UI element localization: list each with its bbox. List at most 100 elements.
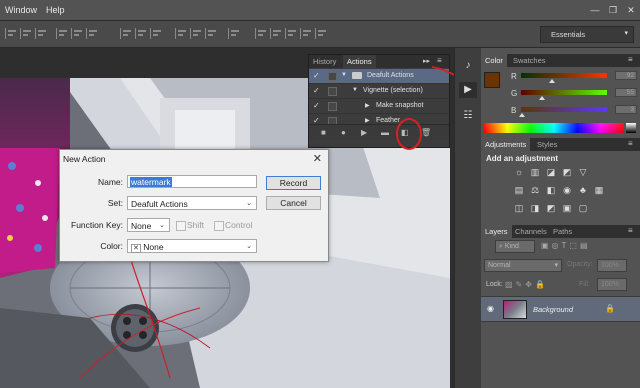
green-channel-slider[interactable]: G 55 — [511, 88, 639, 100]
minimize-icon[interactable]: — — [586, 0, 604, 20]
dialog-toggle-box[interactable] — [328, 87, 337, 96]
align-top-edges-icon[interactable] — [56, 28, 69, 39]
cancel-button[interactable]: Cancel — [266, 196, 321, 210]
tab-layers[interactable]: Layers — [481, 225, 512, 238]
dialog-toggle-box[interactable] — [328, 72, 337, 81]
blue-slider-thumb[interactable] — [519, 113, 525, 117]
align-vertical-centers-icon[interactable] — [71, 28, 84, 39]
align-right-edges-icon[interactable] — [35, 28, 48, 39]
expand-triangle-icon[interactable]: ▶ — [365, 117, 370, 124]
set-select[interactable]: Deafult Actions ⌄ — [127, 196, 257, 210]
3d-mode-pan-icon[interactable] — [285, 28, 298, 39]
expand-triangle-icon[interactable]: ▼ — [341, 72, 347, 78]
action-step-row[interactable]: ✓ ▶ Make snapshot — [309, 99, 449, 114]
distribute-hcenter-icon[interactable] — [190, 28, 203, 39]
actions-icon[interactable]: ▶ — [459, 82, 477, 98]
color-lookup-icon[interactable]: ▦ — [593, 184, 605, 196]
play-icon[interactable]: ▶ — [361, 128, 367, 137]
shift-checkbox[interactable] — [176, 221, 186, 231]
blue-channel-slider[interactable]: B 3 — [511, 105, 639, 117]
toggle-check-icon[interactable]: ✓ — [313, 86, 320, 95]
action-name-field[interactable]: watermark — [127, 175, 257, 188]
curves-icon[interactable]: ◪ — [545, 166, 557, 178]
tab-styles[interactable]: Styles — [533, 138, 561, 151]
distribute-right-icon[interactable] — [205, 28, 218, 39]
green-slider-thumb[interactable] — [539, 96, 545, 100]
tab-swatches[interactable]: Swatches — [509, 54, 550, 67]
record-button[interactable]: Record — [266, 176, 321, 190]
green-value-field[interactable]: 55 — [615, 88, 637, 97]
distribute-top-icon[interactable] — [120, 28, 133, 39]
tab-paths[interactable]: Paths — [549, 225, 576, 238]
delete-icon[interactable]: 🗑 — [421, 128, 431, 137]
threshold-icon[interactable]: ◩ — [545, 202, 557, 214]
posterize-icon[interactable]: ◨ — [529, 202, 541, 214]
restore-icon[interactable]: ❐ — [604, 0, 622, 20]
3d-mode-orbit-icon[interactable] — [255, 28, 268, 39]
3d-mode-scale-icon[interactable] — [315, 28, 328, 39]
eye-icon[interactable]: ◉ — [487, 304, 494, 313]
expand-triangle-icon[interactable]: ▶ — [365, 102, 370, 109]
3d-mode-slide-icon[interactable] — [300, 28, 313, 39]
selective-color-icon[interactable]: ▣ — [561, 202, 573, 214]
layer-filter-kind[interactable]: ⌕ Kind — [495, 240, 535, 253]
panel-menu-icon[interactable]: ≡ — [628, 140, 637, 148]
distribute-center-icon[interactable] — [135, 28, 148, 39]
opacity-field[interactable]: 100% — [597, 259, 627, 272]
hue-saturation-icon[interactable]: ▤ — [513, 184, 525, 196]
layer-row-background[interactable]: ◉ Background 🔒 — [481, 296, 640, 322]
history-icon[interactable]: ♪ — [459, 58, 477, 74]
tab-color[interactable]: Color — [481, 54, 507, 67]
align-horizontal-centers-icon[interactable] — [20, 28, 33, 39]
tab-actions[interactable]: Actions — [343, 55, 376, 68]
align-bottom-edges-icon[interactable] — [86, 28, 99, 39]
blue-slider-track[interactable] — [521, 107, 607, 112]
tab-adjustments[interactable]: Adjustments — [481, 138, 531, 151]
auto-align-layers-icon[interactable] — [228, 28, 241, 39]
red-slider-thumb[interactable] — [549, 79, 555, 83]
panel-menu-icon[interactable]: ≡ — [628, 227, 637, 235]
black-white-ramp[interactable] — [626, 123, 636, 133]
function-key-select[interactable]: None ⌄ — [127, 218, 170, 232]
red-value-field[interactable]: 92 — [615, 71, 637, 80]
dialog-toggle-box[interactable] — [328, 102, 337, 111]
record-icon[interactable]: ● — [341, 128, 346, 137]
black-white-icon[interactable]: ◧ — [545, 184, 557, 196]
layer-filter-icons[interactable]: ▣◎T⬚▤ — [541, 241, 591, 250]
close-icon[interactable]: ✕ — [313, 152, 322, 165]
gradient-map-icon[interactable]: ▢ — [577, 202, 589, 214]
menu-help[interactable]: Help — [46, 5, 65, 15]
levels-icon[interactable]: ▥ — [529, 166, 541, 178]
red-channel-slider[interactable]: R 92 — [511, 71, 639, 83]
toggle-check-icon[interactable]: ✓ — [313, 101, 320, 110]
expand-triangle-icon[interactable]: ▼ — [352, 87, 358, 93]
stop-icon[interactable]: ■ — [321, 128, 326, 137]
red-slider-track[interactable] — [521, 73, 607, 78]
menu-window[interactable]: Window — [5, 5, 37, 15]
vibrance-icon[interactable]: ▽ — [577, 166, 589, 178]
close-icon[interactable]: ✕ — [622, 0, 640, 20]
distribute-bottom-icon[interactable] — [150, 28, 163, 39]
foreground-color-swatch[interactable] — [484, 72, 500, 88]
action-set-row[interactable]: ✓ ▼ Deafult Actions — [309, 69, 449, 84]
color-spectrum-ramp[interactable] — [484, 123, 624, 133]
control-checkbox[interactable] — [214, 221, 224, 231]
exposure-icon[interactable]: ◩ — [561, 166, 573, 178]
photo-filter-icon[interactable]: ◉ — [561, 184, 573, 196]
collapse-panel-icon[interactable]: ▸▸ — [423, 57, 430, 65]
channel-mixer-icon[interactable]: ♣ — [577, 184, 589, 196]
blend-mode-select[interactable]: Normal ▾ — [484, 259, 562, 272]
panel-menu-icon[interactable]: ≡ — [628, 56, 637, 64]
green-slider-track[interactable] — [521, 90, 607, 95]
brightness-icon[interactable]: ☼ — [513, 166, 525, 178]
color-select[interactable]: ✕ None ⌄ — [127, 239, 257, 253]
toggle-check-icon[interactable]: ✓ — [313, 71, 320, 80]
3d-mode-roll-icon[interactable] — [270, 28, 283, 39]
action-row[interactable]: ✓ ▼ Vignette (selection) — [309, 84, 449, 99]
lock-icons[interactable]: ▨✎✥🔒 — [505, 280, 548, 289]
workspace-switcher[interactable]: Essentials ▾ — [540, 26, 634, 43]
blue-value-field[interactable]: 3 — [615, 105, 637, 114]
align-left-edges-icon[interactable] — [5, 28, 18, 39]
color-balance-icon[interactable]: ⚖ — [529, 184, 541, 196]
invert-icon[interactable]: ◫ — [513, 202, 525, 214]
